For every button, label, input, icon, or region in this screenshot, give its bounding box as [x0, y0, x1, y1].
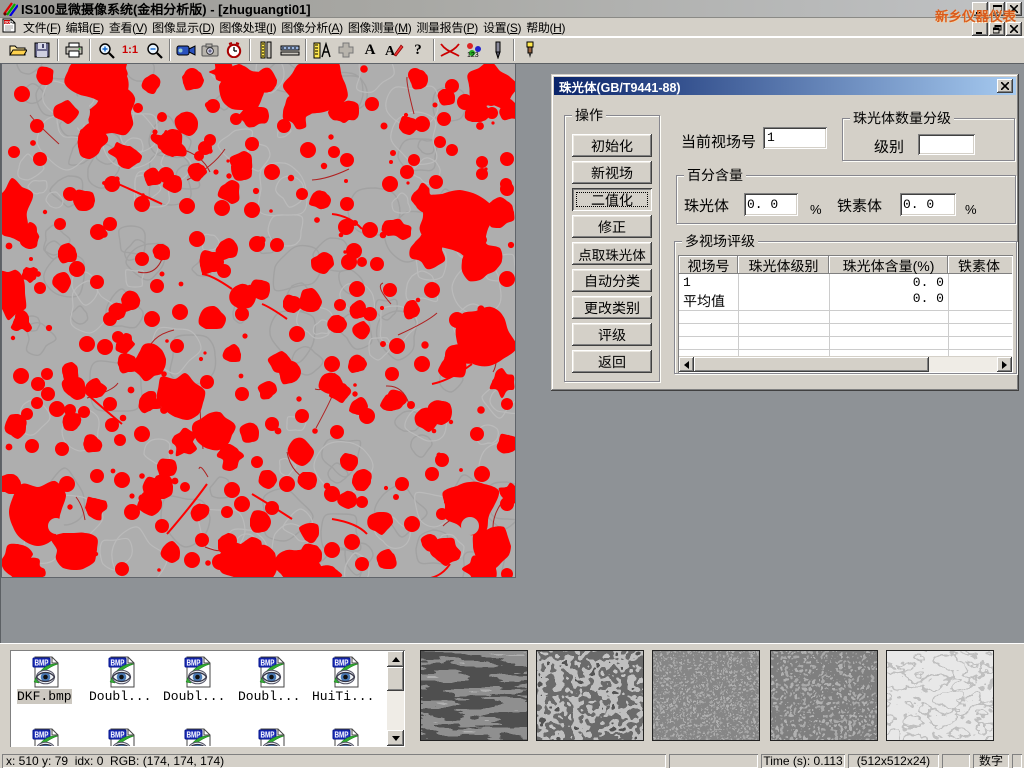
svg-text:123: 123	[467, 52, 479, 58]
svg-text:A: A	[385, 44, 396, 58]
svg-text:DOC: DOC	[5, 19, 13, 24]
